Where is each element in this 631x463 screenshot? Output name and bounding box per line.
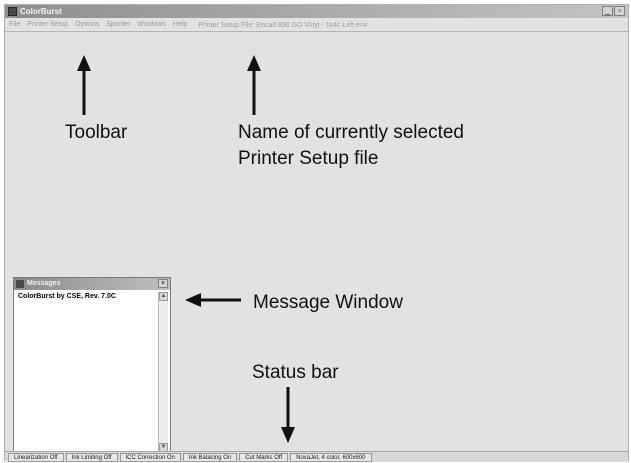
app-icon <box>16 280 24 288</box>
status-bar-arrow-icon <box>281 387 295 443</box>
status-cut-marks: Cut Marks Off <box>239 452 289 462</box>
menu-help[interactable]: Help <box>173 19 187 31</box>
menu-windows[interactable]: Windows <box>137 19 165 31</box>
message-window-arrow-icon <box>185 293 241 307</box>
message-window-title: Messages <box>27 280 61 287</box>
restore-button[interactable]: ▫ <box>614 6 625 16</box>
status-ink-balancing: Ink Balacing On <box>182 452 238 462</box>
message-window-title-bar[interactable]: Messages × <box>14 278 170 290</box>
annotation-toolbar: Toolbar <box>65 122 128 143</box>
menu-spooler[interactable]: Spooler <box>106 19 130 31</box>
annotation-message-window: Message Window <box>253 292 403 313</box>
printer-file-arrow-icon <box>247 55 261 115</box>
menu-options[interactable]: Options <box>75 19 99 31</box>
scroll-up-icon[interactable]: ▲ <box>159 292 168 301</box>
printer-setup-file-name: Printer Setup File: Encad 850 GO Vinyl -… <box>198 21 368 29</box>
message-list: ColorBurst by CSE, Rev. 7.0C <box>16 292 158 452</box>
status-ink-limiting: Ink Limiting Off <box>65 452 118 462</box>
minimize-button[interactable]: _ <box>602 6 613 16</box>
menu-file[interactable]: File <box>9 19 20 31</box>
close-button[interactable]: × <box>158 279 168 288</box>
app-icon[interactable] <box>8 7 17 16</box>
status-icc-correction: ICC Correction On <box>119 452 181 462</box>
message-line: ColorBurst by CSE, Rev. 7.0C <box>18 293 116 300</box>
annotation-printer-file-line2: Printer Setup file <box>238 148 379 169</box>
annotation-printer-file-line1: Name of currently selected <box>238 122 464 143</box>
annotation-status-bar: Status bar <box>252 362 339 383</box>
vertical-scrollbar[interactable]: ▲ ▼ <box>158 292 168 452</box>
status-bar: Linearization Off Ink Limiting Off ICC C… <box>5 451 628 462</box>
status-printer-model: NovaJet, 4 color, 600x600 <box>290 452 372 462</box>
menu-printer-setup[interactable]: Printer Setup <box>27 19 68 31</box>
toolbar-arrow-icon <box>77 55 91 115</box>
title-bar[interactable]: ColorBurst _ ▫ <box>5 5 628 18</box>
message-window: Messages × ColorBurst by CSE, Rev. 7.0C … <box>13 277 171 454</box>
application-window: ColorBurst _ ▫ File Printer Setup Option… <box>4 4 629 462</box>
menu-bar: File Printer Setup Options Spooler Windo… <box>5 19 628 32</box>
window-title: ColorBurst <box>20 7 62 16</box>
status-linearization: Linearization Off <box>8 452 64 462</box>
